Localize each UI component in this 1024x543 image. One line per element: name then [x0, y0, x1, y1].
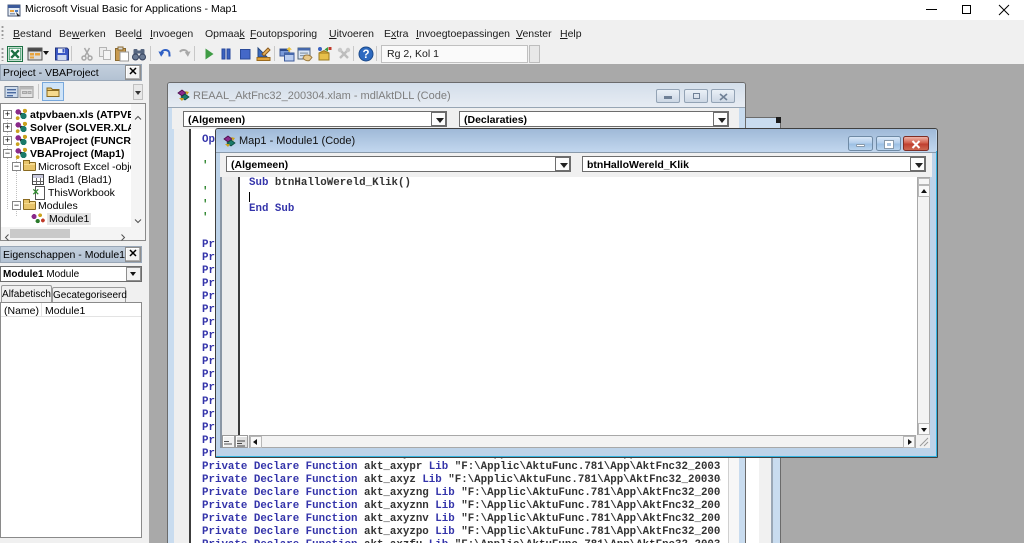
svg-text:?: ?: [362, 49, 369, 61]
